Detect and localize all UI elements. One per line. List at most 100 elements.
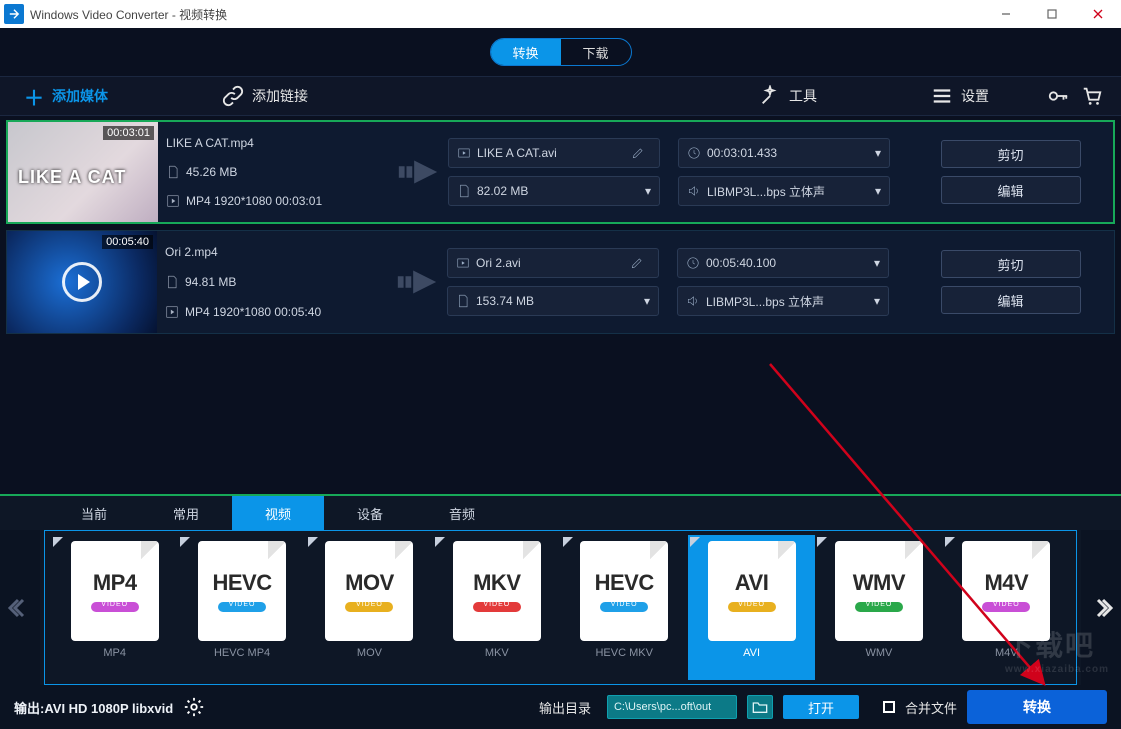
gear-icon[interactable] (183, 696, 205, 718)
media-list: 00:03:01 LIKE A CAT.mp4 45.26 MB MP4 192… (0, 116, 1121, 344)
file-icon (165, 275, 179, 289)
scroll-left-button[interactable] (0, 530, 40, 685)
chevron-down-icon: ▾ (645, 184, 651, 198)
chevron-down-icon: ▾ (875, 184, 881, 198)
folder-icon[interactable] (747, 695, 773, 719)
media-meta: LIKE A CAT.mp4 45.26 MB MP4 1920*1080 00… (158, 122, 388, 222)
edit-icon[interactable] (631, 146, 651, 163)
chevron-down-icon: ▾ (874, 294, 880, 308)
format-card-mov[interactable]: MOVMOV (306, 535, 433, 680)
cart-button[interactable] (1075, 76, 1109, 116)
format-area: 当前 常用 视频 设备 音频 MP4MP4 HEVCHEVC MP4 MOVMO… (0, 494, 1121, 685)
mode-pill: 转换 下载 (490, 38, 632, 66)
cut-button[interactable]: 剪切 (941, 250, 1081, 278)
scroll-right-button[interactable] (1081, 530, 1121, 685)
file-icon (456, 294, 470, 308)
arrow-icon (387, 231, 447, 333)
tab-video[interactable]: 视频 (232, 496, 324, 530)
output-file-dropdown[interactable]: Ori 2.avi (447, 248, 659, 278)
plus-icon: ＋ (24, 82, 44, 111)
mode-download[interactable]: 下载 (561, 39, 631, 65)
output-size-dropdown[interactable]: 82.02 MB ▾ (448, 176, 660, 206)
add-link-button[interactable]: 添加链接 (210, 76, 320, 116)
mode-convert[interactable]: 转换 (491, 39, 561, 65)
maximize-button[interactable] (1029, 0, 1075, 28)
filesize: 45.26 MB (186, 165, 237, 179)
tab-common[interactable]: 常用 (140, 496, 232, 530)
mode-row: 转换 下载 (0, 28, 1121, 76)
media-item[interactable]: 00:05:40 Ori 2.mp4 94.81 MB MP4 1920*108… (6, 230, 1115, 334)
edit-button[interactable]: 编辑 (941, 286, 1081, 314)
tools-label: 工具 (789, 86, 817, 106)
key-icon (1047, 85, 1069, 107)
cut-button[interactable]: 剪切 (941, 140, 1081, 168)
duration-dropdown[interactable]: 00:03:01.433 ▾ (678, 138, 890, 168)
speaker-icon (686, 294, 700, 308)
audio-dropdown[interactable]: LIBMP3L...bps 立体声 ▾ (678, 176, 890, 206)
output-size-dropdown[interactable]: 153.74 MB ▾ (447, 286, 659, 316)
output-size: 82.02 MB (477, 184, 528, 198)
thumb-duration: 00:05:40 (102, 235, 153, 249)
add-media-button[interactable]: ＋ 添加媒体 (12, 76, 120, 116)
format-card-mkv[interactable]: MKVMKV (433, 535, 560, 680)
tools-button[interactable]: 工具 (747, 76, 829, 116)
video-icon (457, 146, 471, 160)
add-media-label: 添加媒体 (52, 86, 108, 106)
titlebar: Windows Video Converter - 视频转换 (0, 0, 1121, 28)
thumbnail[interactable]: 00:05:40 (7, 231, 157, 333)
edit-icon[interactable] (630, 256, 650, 273)
wand-icon (759, 85, 781, 107)
output-file: LIKE A CAT.avi (477, 146, 557, 160)
edit-button[interactable]: 编辑 (941, 176, 1081, 204)
link-icon (222, 85, 244, 107)
settings-button[interactable]: 设置 (919, 76, 1001, 116)
tab-device[interactable]: 设备 (324, 496, 416, 530)
tab-audio[interactable]: 音频 (416, 496, 508, 530)
format-card-wmv[interactable]: WMVWMV (815, 535, 942, 680)
format-card-mp4[interactable]: MP4MP4 (51, 535, 178, 680)
close-button[interactable] (1075, 0, 1121, 28)
filename: LIKE A CAT.mp4 (166, 136, 254, 150)
hamburger-icon (931, 85, 953, 107)
audio-codec: LIBMP3L...bps 立体声 (706, 293, 824, 310)
output-file-dropdown[interactable]: LIKE A CAT.avi (448, 138, 660, 168)
output-duration: 00:05:40.100 (706, 256, 776, 270)
media-item[interactable]: 00:03:01 LIKE A CAT.mp4 45.26 MB MP4 192… (6, 120, 1115, 224)
minimize-button[interactable] (983, 0, 1029, 28)
titlebar-text: Windows Video Converter - 视频转换 (30, 6, 227, 23)
merge-checkbox[interactable] (883, 701, 895, 713)
clock-icon (687, 146, 701, 160)
output-path[interactable]: C:\Users\pc...oft\out (607, 695, 737, 719)
cart-icon (1081, 85, 1103, 107)
format-tabs: 当前 常用 视频 设备 音频 (0, 496, 1121, 530)
format-list: MP4MP4 HEVCHEVC MP4 MOVMOV MKVMKV HEVCHE… (44, 530, 1077, 685)
open-button[interactable]: 打开 (783, 695, 859, 719)
toolbar: ＋ 添加媒体 添加链接 工具 设置 (0, 76, 1121, 116)
duration-dropdown[interactable]: 00:05:40.100 ▾ (677, 248, 889, 278)
output-dir-label: 输出目录 (539, 698, 591, 717)
details: MP4 1920*1080 00:05:40 (185, 305, 321, 319)
file-icon (166, 165, 180, 179)
output-file: Ori 2.avi (476, 256, 521, 270)
audio-dropdown[interactable]: LIBMP3L...bps 立体声 ▾ (677, 286, 889, 316)
format-card-m4v[interactable]: M4VM4V (943, 535, 1070, 680)
thumbnail[interactable]: 00:03:01 (8, 122, 158, 222)
format-card-hevc-mp4[interactable]: HEVCHEVC MP4 (178, 535, 305, 680)
key-button[interactable] (1041, 76, 1075, 116)
play-small-icon (166, 194, 180, 208)
chevron-down-icon: ▾ (874, 256, 880, 270)
thumb-duration: 00:03:01 (103, 126, 154, 140)
format-card-hevc-mkv[interactable]: HEVCHEVC MKV (561, 535, 688, 680)
chevron-down-icon: ▾ (644, 294, 650, 308)
chevron-down-icon: ▾ (875, 146, 881, 160)
tab-current[interactable]: 当前 (48, 496, 140, 530)
add-link-label: 添加链接 (252, 86, 308, 106)
format-card-avi[interactable]: AVIAVI (688, 535, 815, 680)
media-meta: Ori 2.mp4 94.81 MB MP4 1920*1080 00:05:4… (157, 231, 387, 333)
details: MP4 1920*1080 00:03:01 (186, 194, 322, 208)
convert-button[interactable]: 转换 (967, 690, 1107, 724)
settings-label: 设置 (961, 86, 989, 106)
play-small-icon (165, 305, 179, 319)
footer: 输出:AVI HD 1080P libxvid 输出目录 C:\Users\pc… (0, 685, 1121, 729)
output-size: 153.74 MB (476, 294, 534, 308)
